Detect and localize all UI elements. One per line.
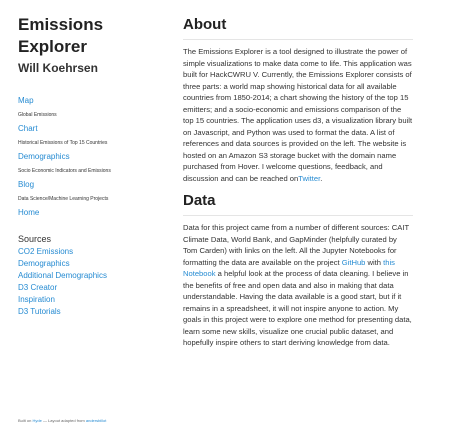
footer-hyde-link[interactable]: Hyde <box>32 418 41 423</box>
data-with-text: with <box>367 257 382 267</box>
nav-desc-demographics: Socio Economic Indicators and Emissions <box>18 168 111 174</box>
data-heading: Data <box>183 192 216 209</box>
github-link[interactable]: GitHub <box>342 258 366 267</box>
data-paragraph: Data for this project came from a number… <box>183 222 413 349</box>
nav-desc-map: Global Emissions <box>18 112 57 118</box>
nav-link-demographics[interactable]: Demographics <box>18 152 168 162</box>
nav-link-home[interactable]: Home <box>18 208 168 218</box>
site-author: Will Koehrsen <box>18 61 98 75</box>
about-heading: About <box>183 16 227 33</box>
footer: Built on Hyde — Layout adapted from ande… <box>18 418 106 423</box>
sidebar: Emissions Explorer Will Koehrsen Map Glo… <box>18 14 168 319</box>
source-link-inspiration[interactable]: Inspiration <box>18 295 168 305</box>
nav-desc-chart: Historical Emissions of Top 15 Countries <box>18 140 108 146</box>
source-link-d3-tutorials[interactable]: D3 Tutorials <box>18 307 168 317</box>
nav-link-map[interactable]: Map <box>18 96 168 106</box>
source-link-demographics[interactable]: Demographics <box>18 259 168 269</box>
about-paragraph: The Emissions Explorer is a tool designe… <box>183 46 413 184</box>
data-text-continued: a helpful look at the process of data cl… <box>183 269 412 347</box>
footer-layout-link[interactable]: andersbillot <box>86 418 106 423</box>
main-content: About The Emissions Explorer is a tool d… <box>183 16 413 349</box>
twitter-link[interactable]: Twitter <box>298 174 320 183</box>
about-divider <box>183 39 413 40</box>
nav-desc-blog: Data Science/Machine Learning Projects <box>18 196 109 202</box>
footer-built-on: Built on <box>18 418 32 423</box>
nav-menu: Map Global Emissions Chart Historical Em… <box>18 96 168 218</box>
source-link-d3-creator[interactable]: D3 Creator <box>18 283 168 293</box>
footer-layout-text: — Layout adapted from <box>42 418 85 423</box>
about-text: The Emissions Explorer is a tool designe… <box>183 47 413 183</box>
data-divider <box>183 215 413 216</box>
nav-link-blog[interactable]: Blog <box>18 180 168 190</box>
sources-title: Sources <box>18 234 52 244</box>
about-text-end: . <box>320 173 323 183</box>
source-link-co2-emissions[interactable]: CO2 Emissions <box>18 247 168 257</box>
source-link-additional-demographics[interactable]: Additional Demographics <box>18 271 168 281</box>
sources-list: CO2 Emissions Demographics Additional De… <box>18 247 168 317</box>
site-title: Emissions Explorer <box>18 15 104 56</box>
nav-link-chart[interactable]: Chart <box>18 124 168 134</box>
